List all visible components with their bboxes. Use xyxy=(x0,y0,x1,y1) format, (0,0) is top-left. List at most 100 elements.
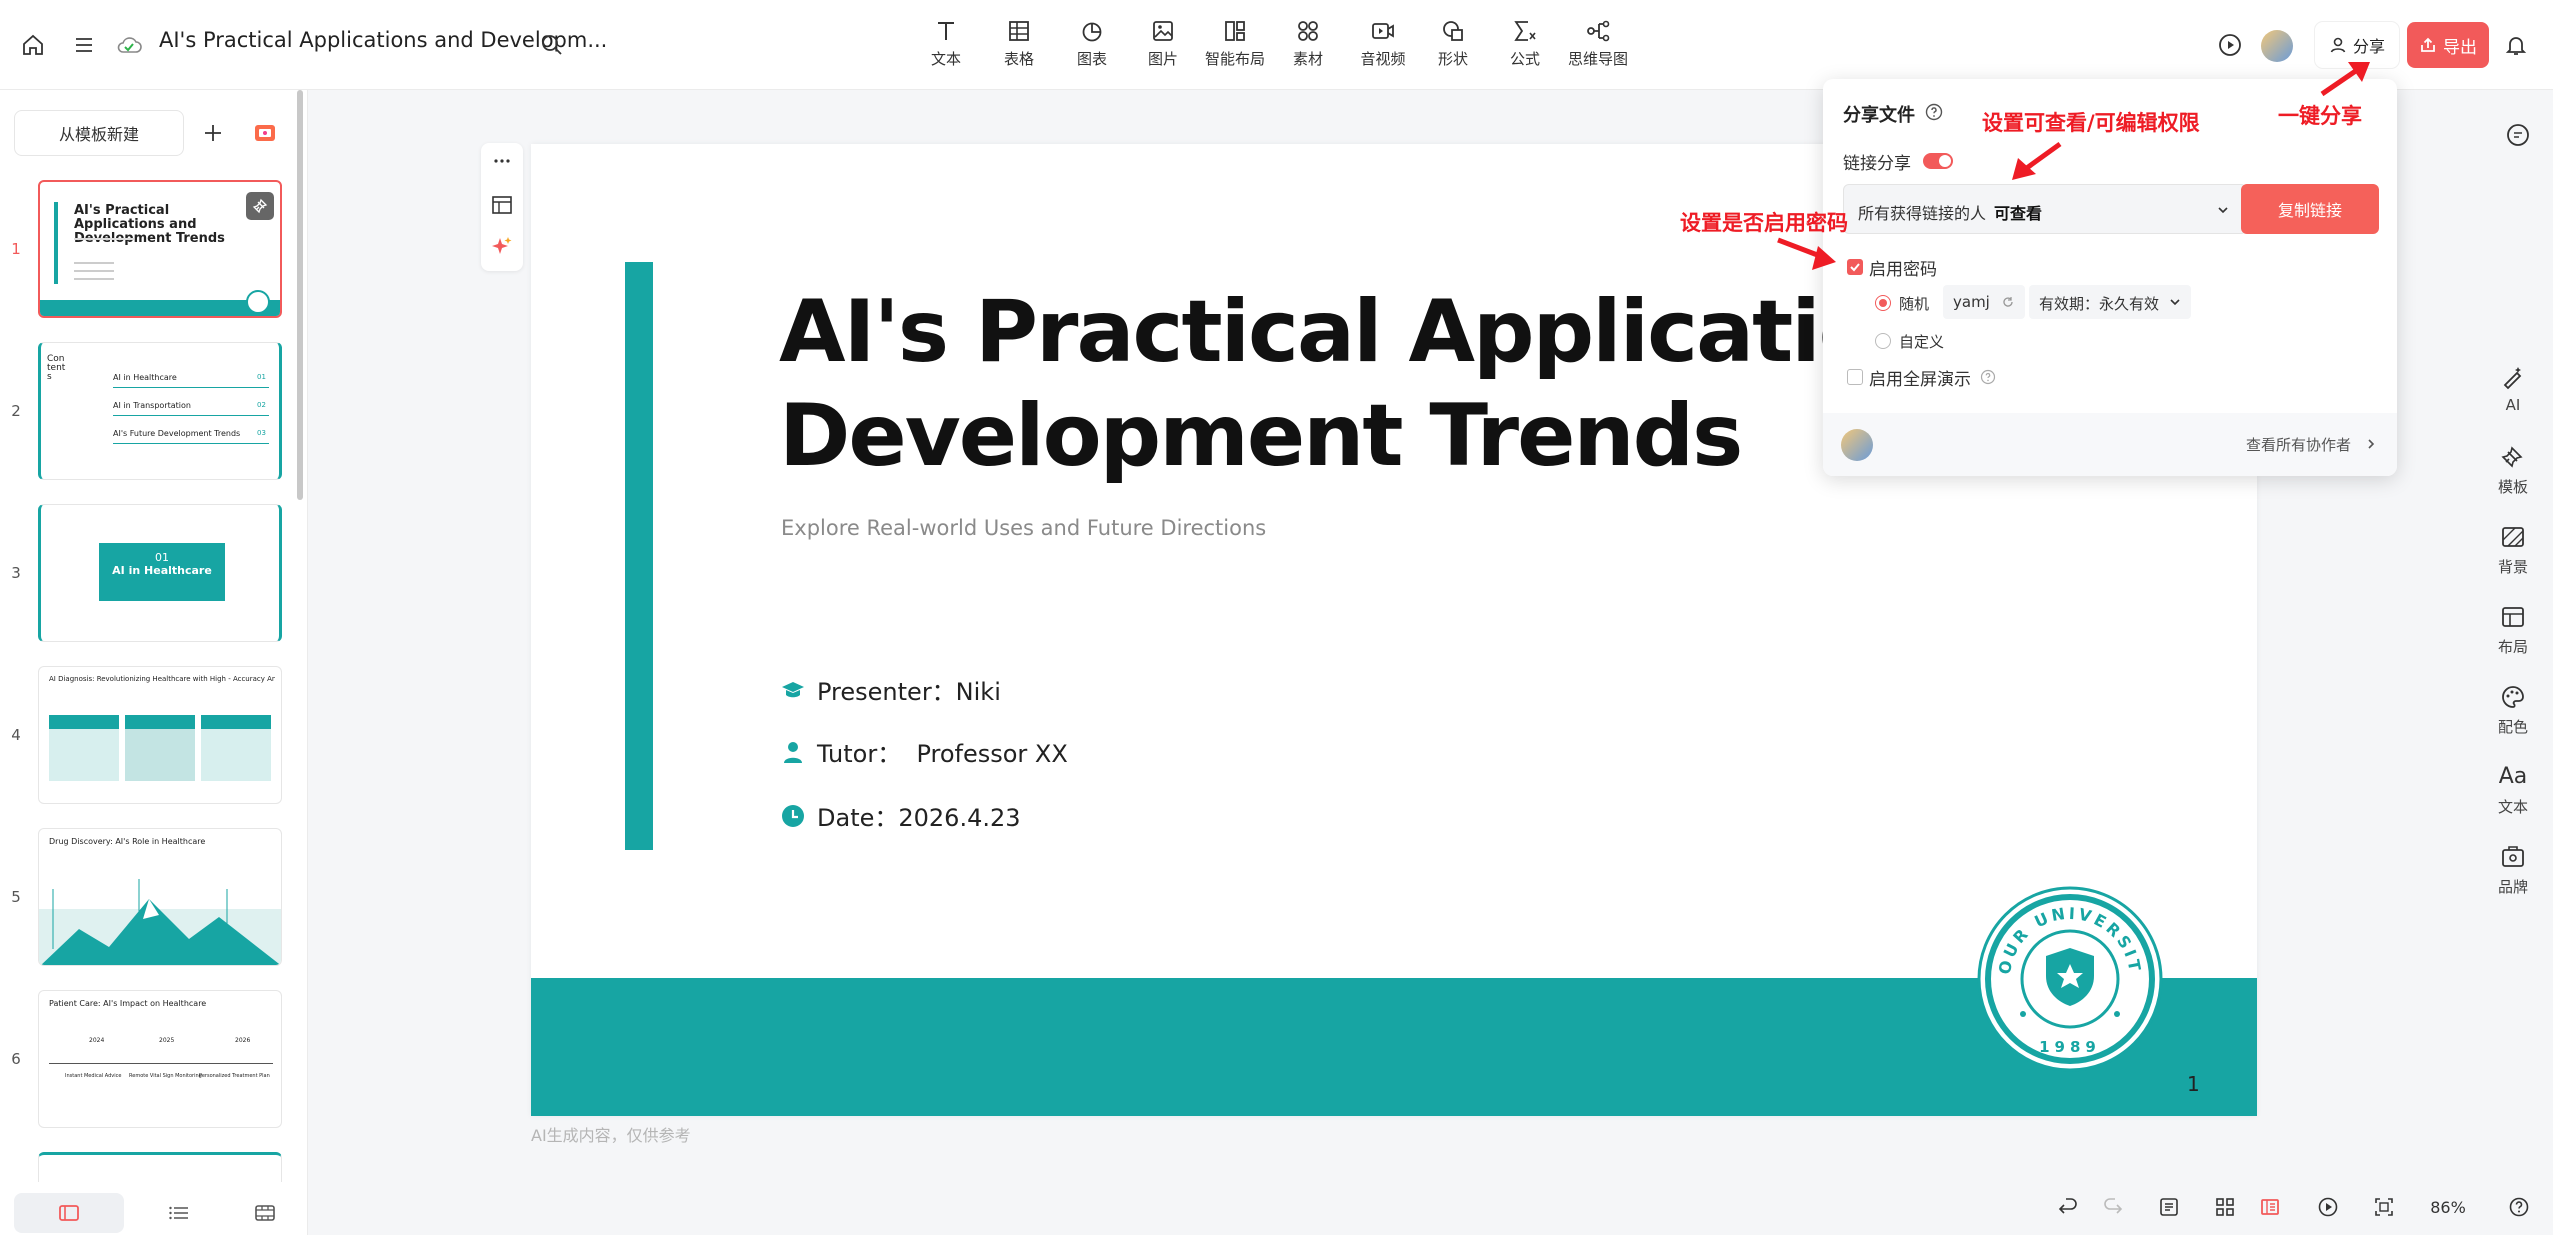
tool-label: 素材 xyxy=(1292,50,1323,68)
more-icon[interactable] xyxy=(491,153,513,169)
enable-password-checkbox[interactable] xyxy=(1847,259,1863,275)
thumb-title: Drug Discovery: AI's Role in Healthcare xyxy=(49,837,206,846)
slide-thumbnail-5[interactable]: 5 Drug Discovery: AI's Role in Healthcar… xyxy=(0,828,300,968)
thumbnail-view-icon[interactable] xyxy=(58,1203,80,1223)
sparkle-icon[interactable] xyxy=(491,235,513,257)
right-tool-label: 文本 xyxy=(2497,798,2528,816)
redo-icon[interactable] xyxy=(2096,1190,2130,1224)
thumb-line xyxy=(74,270,114,272)
tool-mindmap[interactable]: 思维导图 xyxy=(1560,18,1636,69)
tool-chart[interactable]: 图表 xyxy=(1054,18,1130,69)
title-line: AI's Practical Applications xyxy=(779,282,1986,382)
slide-subtitle[interactable]: Explore Real-world Uses and Future Direc… xyxy=(781,516,1266,540)
random-radio[interactable] xyxy=(1875,295,1891,311)
link-share-toggle[interactable] xyxy=(1923,153,1953,169)
help-icon[interactable] xyxy=(1980,369,1996,385)
tool-table[interactable]: 表格 xyxy=(981,18,1057,69)
present-icon[interactable] xyxy=(2311,1190,2345,1224)
slide-thumbnail-2[interactable]: 2 Contents AI in Healthcare AI in Transp… xyxy=(0,342,300,482)
tool-text[interactable]: 文本 xyxy=(908,18,984,69)
right-tool-brand[interactable]: 品牌 xyxy=(2483,844,2543,897)
tool-label: 智能布局 xyxy=(1204,50,1265,68)
export-label: 导出 xyxy=(2443,37,2477,58)
validity-select[interactable]: 有效期：永久有效 xyxy=(2029,285,2191,319)
film-strip-icon[interactable] xyxy=(254,1203,276,1223)
slide-title[interactable]: AI's Practical Applications Development … xyxy=(779,280,1986,488)
permission-select[interactable]: 所有获得链接的人 可查看 xyxy=(1843,184,2247,234)
comment-icon[interactable] xyxy=(2505,122,2531,148)
card-header xyxy=(125,715,195,729)
title-line: Development Trends xyxy=(779,386,1743,486)
tool-shape[interactable]: 形状 xyxy=(1415,18,1491,69)
annotation-arrow xyxy=(1777,237,1836,270)
seal-icon xyxy=(246,290,270,314)
university-seal[interactable]: YOUR UNIVERSITY 1989 xyxy=(1977,886,2163,1072)
normal-view-icon[interactable] xyxy=(2253,1190,2287,1224)
presenter-row[interactable]: Presenter：Niki xyxy=(781,672,1001,707)
right-tool-label: 配色 xyxy=(2497,718,2528,736)
right-tool-background[interactable]: 背景 xyxy=(2483,524,2543,577)
tool-formula[interactable]: 公式 xyxy=(1487,18,1563,69)
timeline-label: Personalized Treatment Plan xyxy=(199,1073,270,1079)
tool-label: 形状 xyxy=(1437,50,1468,68)
help-icon[interactable] xyxy=(1925,103,1943,121)
refresh-icon[interactable] xyxy=(2001,295,2015,309)
divider xyxy=(113,415,269,416)
slide-thumbnail-3[interactable]: 3 01 AI in Healthcare xyxy=(0,504,300,644)
right-tool-layout[interactable]: 布局 xyxy=(2483,604,2543,657)
right-tool-text[interactable]: Aa 文本 xyxy=(2483,764,2543,817)
pin-icon[interactable] xyxy=(246,192,274,220)
help-icon[interactable] xyxy=(2502,1190,2536,1224)
home-icon[interactable] xyxy=(16,28,50,62)
assets-icon xyxy=(1298,21,1318,41)
tool-image[interactable]: 图片 xyxy=(1125,18,1201,69)
layout-small-icon[interactable] xyxy=(491,195,513,215)
ai-slide-icon xyxy=(255,125,275,141)
copy-link-button[interactable]: 复制链接 xyxy=(2241,184,2379,234)
right-tool-label: 品牌 xyxy=(2497,878,2528,896)
slide-thumbnail-4[interactable]: 4 AI Diagnosis: Revolutionizing Healthca… xyxy=(0,666,300,806)
section-number: 01 xyxy=(155,551,169,564)
fullscreen-checkbox[interactable] xyxy=(1847,369,1863,385)
card xyxy=(49,729,119,781)
play-icon[interactable] xyxy=(2213,28,2247,62)
new-from-template-button[interactable]: 从模板新建 xyxy=(14,110,184,156)
slide-thumbnail-1[interactable]: 1 AI's Practical Applications and Develo… xyxy=(0,180,300,320)
grid-view-icon[interactable] xyxy=(2208,1190,2242,1224)
password-field[interactable]: yamj xyxy=(1943,285,2025,319)
slide-number: 1 xyxy=(11,240,21,258)
menu-icon[interactable] xyxy=(67,28,101,62)
undo-icon[interactable] xyxy=(2051,1190,2085,1224)
zoom-level[interactable]: 86% xyxy=(2423,1192,2473,1222)
right-tool-ai[interactable]: AI xyxy=(2483,364,2543,414)
tool-smart-layout[interactable]: 智能布局 xyxy=(1197,18,1273,69)
seal-text-layer: YOUR UNIVERSITY 1989 xyxy=(1977,886,2163,1072)
avatar[interactable] xyxy=(2261,30,2293,62)
ai-generate-slide-button[interactable] xyxy=(242,110,288,156)
view-collaborators-link[interactable]: 查看所有协作者 xyxy=(2246,434,2351,455)
right-tool-template[interactable]: 模板 xyxy=(2483,444,2543,497)
validity-value: 有效期：永久有效 xyxy=(2039,295,2160,313)
tutor-row[interactable]: Tutor： Professor XX xyxy=(781,734,1068,769)
export-icon xyxy=(2421,37,2435,52)
search-icon[interactable] xyxy=(535,28,569,62)
outline-view-icon[interactable] xyxy=(168,1203,190,1223)
slide-thumbnail-6[interactable]: 6 Patient Care: AI's Impact on Healthcar… xyxy=(0,990,300,1130)
custom-radio[interactable] xyxy=(1875,333,1891,349)
add-slide-button[interactable] xyxy=(190,110,236,156)
card-header xyxy=(49,715,119,729)
date-row[interactable]: Date：2026.4.23 xyxy=(781,798,1021,833)
tool-assets[interactable]: 素材 xyxy=(1270,18,1346,69)
text-style-icon: Aa xyxy=(2498,764,2528,789)
share-panel-title: 分享文件 xyxy=(1843,105,1915,126)
thumb-heading: Contents xyxy=(47,354,66,382)
bell-icon[interactable] xyxy=(2499,28,2533,62)
right-tool-label: AI xyxy=(2505,396,2521,414)
right-tool-palette[interactable]: 配色 xyxy=(2483,684,2543,737)
fit-screen-icon[interactable] xyxy=(2367,1190,2401,1224)
panel-scrollbar[interactable] xyxy=(297,90,303,500)
export-button[interactable]: 导出 xyxy=(2407,22,2489,68)
notes-icon[interactable] xyxy=(2152,1190,2186,1224)
slide-thumbnail-7[interactable] xyxy=(38,1152,282,1182)
tool-media[interactable]: 音视频 xyxy=(1345,18,1421,69)
